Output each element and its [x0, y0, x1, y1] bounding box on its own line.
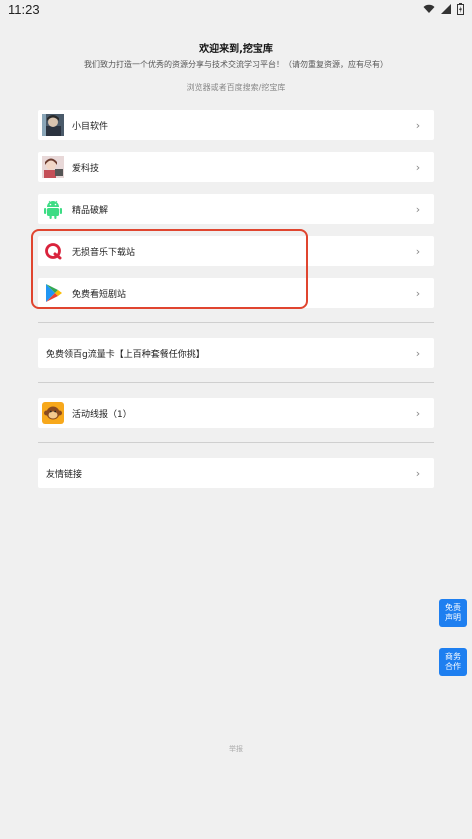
- chevron-right-icon: ›: [415, 346, 421, 360]
- list-item-label: 精品破解: [72, 205, 109, 216]
- list-item-lossless-music[interactable]: 无损音乐下载站 ›: [38, 236, 434, 266]
- chevron-right-icon: ›: [415, 160, 421, 174]
- play-store-icon: [42, 282, 64, 304]
- list-item-label: 活动线报（1）: [72, 409, 132, 420]
- business-button[interactable]: 商务 合作: [439, 648, 467, 676]
- avatar-girl-icon: [42, 156, 64, 178]
- list-item-label: 小目软件: [72, 121, 109, 132]
- list-item-xiaomu-software[interactable]: 小目软件 ›: [38, 110, 434, 140]
- report-link[interactable]: 举报: [0, 744, 472, 754]
- battery-icon: [457, 3, 464, 15]
- signal-icon: [441, 4, 451, 14]
- chevron-right-icon: ›: [415, 286, 421, 300]
- chevron-right-icon: ›: [415, 406, 421, 420]
- page-title: 欢迎来到,挖宝库: [199, 44, 273, 55]
- divider: [38, 322, 434, 323]
- chevron-right-icon: ›: [415, 202, 421, 216]
- list-item-label: 友情链接: [46, 469, 83, 480]
- android-icon: [42, 198, 64, 220]
- list-item-free-data-card[interactable]: 免费领百g流量卡【上百种套餐任你挑】 ›: [38, 338, 434, 368]
- divider: [38, 442, 434, 443]
- monkey-icon: [42, 402, 64, 424]
- list-item-ai-tech[interactable]: 爱科技 ›: [38, 152, 434, 182]
- list-item-friendly-links[interactable]: 友情链接 ›: [38, 458, 434, 488]
- status-icons: [423, 3, 464, 15]
- chevron-right-icon: ›: [415, 118, 421, 132]
- list-item-free-short-drama[interactable]: 免费看短剧站 ›: [38, 278, 434, 308]
- list-item-activity-news[interactable]: 活动线报（1） ›: [38, 398, 434, 428]
- disclaimer-button[interactable]: 免责 声明: [439, 599, 467, 627]
- avatar-anime-icon: [42, 114, 64, 136]
- search-hint: 浏览器或者百度搜索/挖宝库: [186, 83, 286, 92]
- chevron-right-icon: ›: [415, 466, 421, 480]
- status-time: 11:23: [8, 2, 40, 17]
- divider: [38, 382, 434, 383]
- page-subtitle: 我们致力打造一个优秀的资源分享与技术交流学习平台！（请勿重复资源，应有尽有）: [84, 60, 388, 69]
- list-item-premium-crack[interactable]: 精品破解 ›: [38, 194, 434, 224]
- list-item-label: 免费看短剧站: [72, 289, 127, 300]
- list-item-label: 爱科技: [72, 163, 100, 174]
- welcome-header: 欢迎来到,挖宝库 我们致力打造一个优秀的资源分享与技术交流学习平台！（请勿重复资…: [0, 40, 472, 93]
- status-bar: 11:23: [0, 0, 472, 20]
- music-q-icon: [42, 240, 64, 262]
- wifi-icon: [423, 4, 435, 13]
- list-item-label: 无损音乐下载站: [72, 247, 136, 258]
- chevron-right-icon: ›: [415, 244, 421, 258]
- list-item-label: 免费领百g流量卡【上百种套餐任你挑】: [46, 349, 205, 360]
